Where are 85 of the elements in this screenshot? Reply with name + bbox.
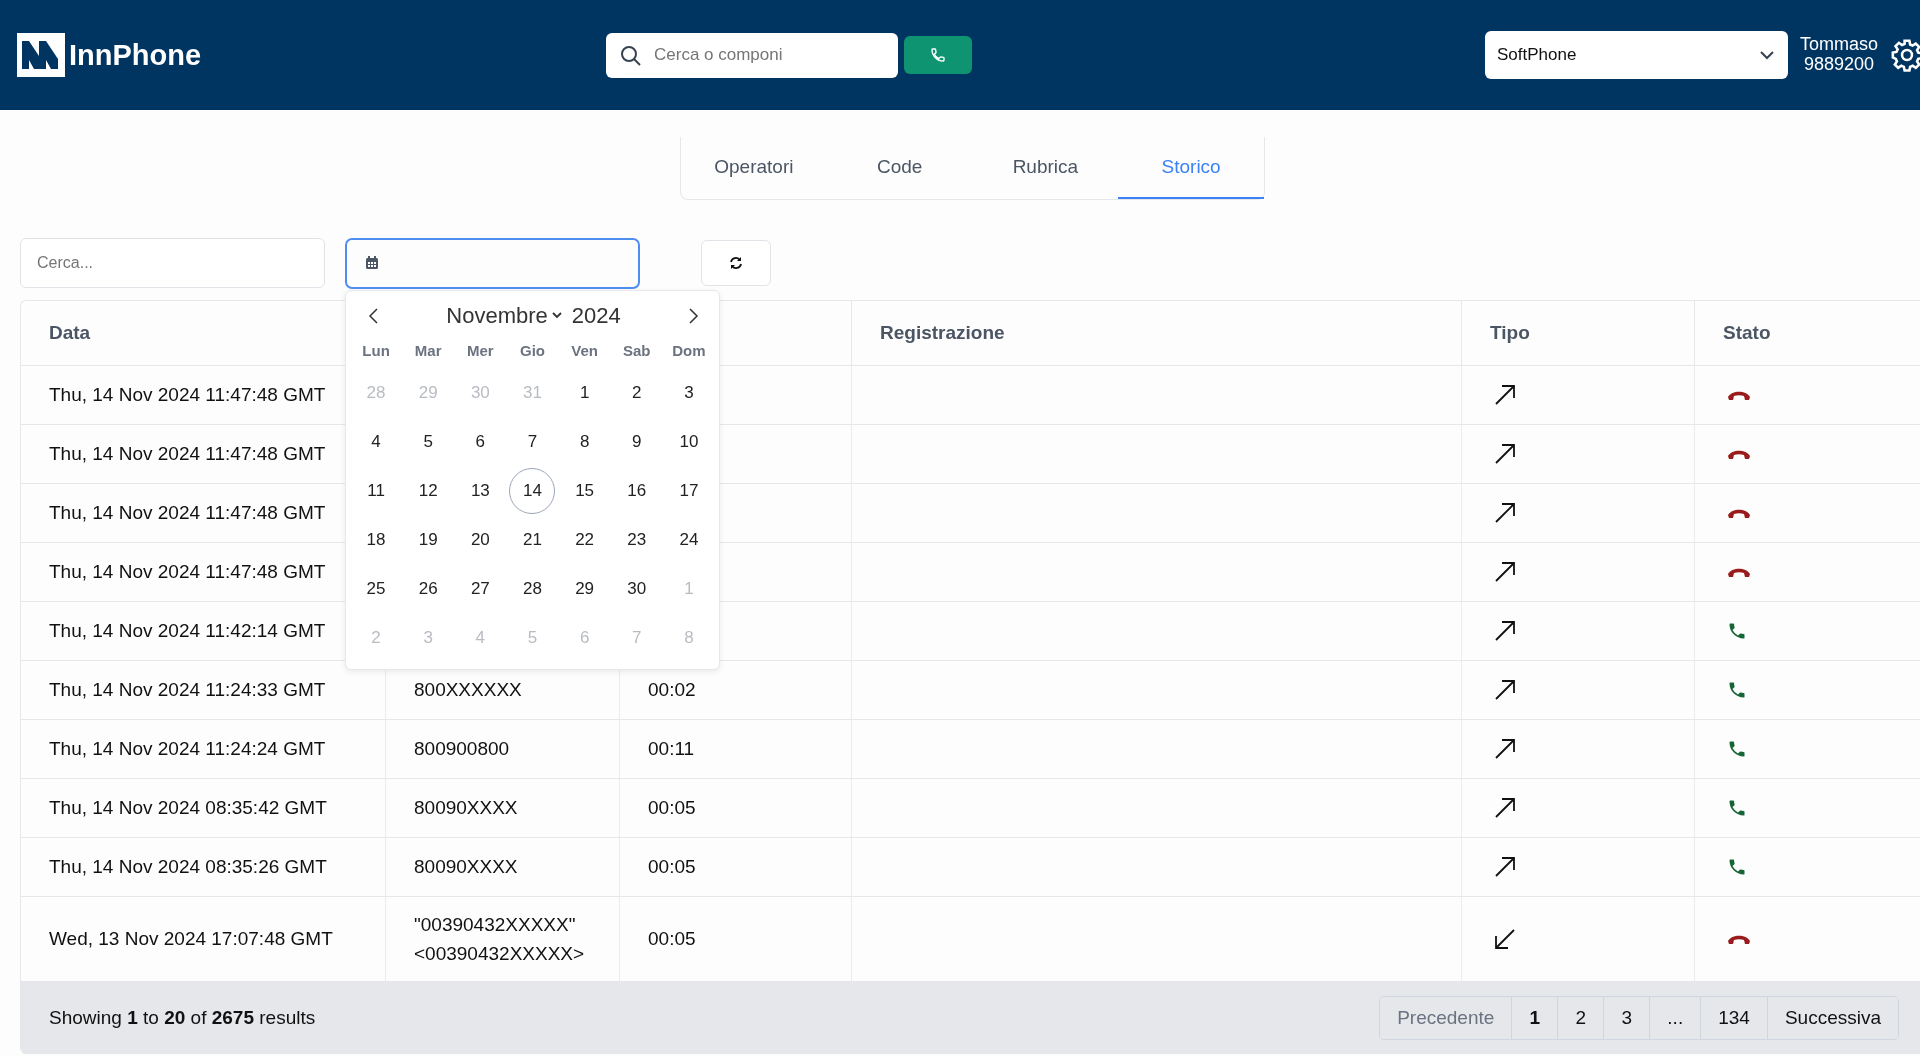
number-cell-text: 800900800 bbox=[414, 737, 510, 762]
calendar-day[interactable]: 11 bbox=[353, 467, 400, 514]
number-cell-text: 800XXXXXX bbox=[414, 678, 522, 703]
date-cell: Thu, 14 Nov 2024 08:35:26 GMT bbox=[49, 856, 327, 878]
calendar-day[interactable]: 6 bbox=[457, 418, 504, 465]
weekday-label: Ven bbox=[570, 340, 599, 361]
column-header[interactable]: Data bbox=[49, 322, 91, 344]
calendar-day[interactable]: 5 bbox=[405, 418, 452, 465]
device-select[interactable]: SoftPhone bbox=[1484, 31, 1788, 79]
weekday-label: Mar bbox=[413, 340, 443, 361]
calendar-day[interactable]: 21 bbox=[509, 516, 556, 563]
weekday-label: Mer bbox=[466, 340, 495, 361]
user-extension: 9889200 bbox=[1803, 55, 1874, 75]
date-cell: Thu, 14 Nov 2024 11:24:24 GMT bbox=[49, 738, 326, 760]
tab[interactable]: Rubrica bbox=[972, 137, 1119, 199]
month-select[interactable]: Novembre bbox=[446, 302, 562, 329]
results-summary: Showing 1 to 20 of 2675 results bbox=[49, 1006, 316, 1029]
date-cell: Wed, 13 Nov 2024 17:07:48 GMT bbox=[49, 928, 333, 950]
tab[interactable]: Code bbox=[826, 137, 973, 199]
duration-cell: 00:05 bbox=[648, 928, 696, 950]
column-header[interactable]: Stato bbox=[1723, 322, 1771, 344]
calendar-day[interactable]: 18 bbox=[353, 516, 400, 563]
tab[interactable]: Operatori bbox=[681, 137, 827, 199]
column-header[interactable]: Tipo bbox=[1490, 322, 1530, 344]
date-cell: Thu, 14 Nov 2024 11:47:48 GMT bbox=[49, 443, 326, 465]
calendar-day[interactable]: 3 bbox=[665, 369, 712, 416]
calendar-day[interactable]: 19 bbox=[405, 516, 452, 563]
date-cell: Thu, 14 Nov 2024 11:47:48 GMT bbox=[49, 384, 326, 406]
calendar-day[interactable]: 13 bbox=[457, 467, 504, 514]
calendar-day[interactable]: 10 bbox=[665, 418, 712, 465]
calendar-day[interactable]: 7 bbox=[509, 418, 556, 465]
logo-icon bbox=[17, 33, 65, 77]
tab[interactable]: Storico bbox=[1118, 137, 1264, 199]
number-cell-text: 80090XXXX bbox=[414, 855, 518, 880]
chevron-right-icon[interactable] bbox=[689, 307, 699, 324]
search-field[interactable]: Cerca... bbox=[20, 238, 325, 288]
calendar-day[interactable]: 23 bbox=[613, 516, 660, 563]
date-cell: Thu, 14 Nov 2024 11:24:33 GMT bbox=[49, 679, 326, 701]
calendar-day[interactable]: 22 bbox=[561, 516, 608, 563]
user-name: Tommaso bbox=[1799, 35, 1878, 55]
duration-cell: 00:02 bbox=[648, 679, 696, 701]
calendar-day[interactable]: 12 bbox=[405, 467, 452, 514]
calendar-day[interactable]: 9 bbox=[613, 418, 660, 465]
calendar-day[interactable]: 15 bbox=[561, 467, 608, 514]
duration-cell: 00:11 bbox=[648, 738, 695, 760]
number-cell-text: 80090XXXX bbox=[414, 796, 518, 821]
weekday-label: Lun bbox=[361, 340, 391, 361]
calendar-day[interactable]: 30 bbox=[613, 565, 660, 612]
weekday-label: Gio bbox=[519, 340, 546, 361]
search-field[interactable]: Cerca o componi bbox=[606, 32, 898, 78]
date-cell: Thu, 14 Nov 2024 08:35:42 GMT bbox=[49, 797, 327, 819]
duration-cell: 00:05 bbox=[648, 856, 696, 878]
refresh-icon bbox=[729, 256, 743, 270]
brand-name: InnPhone bbox=[69, 38, 202, 72]
chevron-left-icon[interactable] bbox=[368, 307, 378, 324]
next-page-button[interactable]: Successiva bbox=[1766, 996, 1898, 1039]
column-header[interactable]: Registrazione bbox=[880, 322, 1005, 344]
date-field[interactable] bbox=[345, 237, 640, 289]
call-button[interactable] bbox=[904, 36, 972, 74]
date-cell: Thu, 14 Nov 2024 11:47:48 GMT bbox=[49, 561, 326, 583]
date-cell: Thu, 14 Nov 2024 11:42:14 GMT bbox=[49, 620, 326, 642]
calendar-day[interactable]: 16 bbox=[613, 467, 660, 514]
calendar-day[interactable]: 2 bbox=[613, 369, 660, 416]
calendar-day[interactable]: 29 bbox=[561, 565, 608, 612]
chevron-down-icon bbox=[1759, 50, 1774, 60]
calendar-day[interactable]: 17 bbox=[665, 467, 712, 514]
calendar-day[interactable]: 24 bbox=[665, 516, 712, 563]
calendar-icon bbox=[365, 256, 379, 270]
number-cell-text: "00390432XXXXX" <00390432XXXXX> bbox=[414, 912, 586, 966]
phone-icon bbox=[930, 47, 946, 63]
settings-icon[interactable] bbox=[1890, 38, 1920, 72]
calendar-day[interactable]: 8 bbox=[561, 418, 608, 465]
calendar-day[interactable]: 26 bbox=[405, 565, 452, 612]
year-field[interactable]: 2024 bbox=[571, 302, 621, 329]
weekday-label: Sab bbox=[622, 340, 652, 361]
date-cell: Thu, 14 Nov 2024 11:47:48 GMT bbox=[49, 502, 326, 524]
weekday-label: Dom bbox=[671, 340, 707, 361]
calendar-day[interactable]: 28 bbox=[509, 565, 556, 612]
calendar-day[interactable]: 25 bbox=[353, 565, 400, 612]
calendar-day[interactable]: 4 bbox=[353, 418, 400, 465]
chevron-down-icon bbox=[551, 312, 562, 319]
duration-cell: 00:05 bbox=[648, 797, 696, 819]
calendar-day[interactable]: 20 bbox=[457, 516, 504, 563]
calendar-day[interactable]: 1 bbox=[561, 369, 608, 416]
calendar-day[interactable]: 27 bbox=[457, 565, 504, 612]
